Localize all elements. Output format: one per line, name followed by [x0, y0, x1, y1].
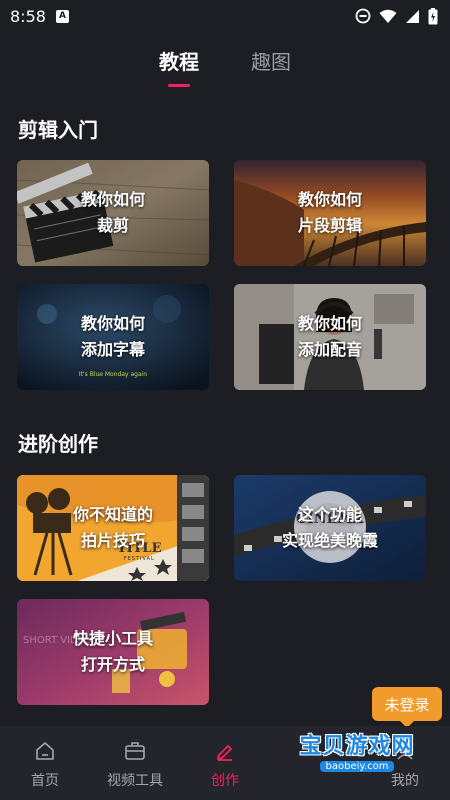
card-clip-editing-label: 教你如何 片段剪辑: [297, 190, 362, 235]
card-sunset-effect[interactable]: CINEMA 这个功能 实现绝美晚霞: [234, 475, 426, 581]
section-title-advanced: 进阶创作: [18, 432, 98, 456]
tab-tutorial-label: 教程: [159, 50, 199, 74]
card-shooting-tips[interactable]: TITLE FESTIVAL 你不知道的 拍片技巧: [17, 475, 209, 581]
toolbox-icon: [125, 742, 145, 760]
tab-fun-pics[interactable]: 趣图: [251, 44, 291, 94]
nav-create[interactable]: 创作: [185, 738, 265, 800]
status-time: 8:58: [10, 6, 46, 26]
nav-video-tools-label: 视频工具: [107, 773, 163, 789]
card-quick-tools-label: 快捷小工具 打开方式: [72, 629, 153, 674]
nav-video-tools[interactable]: 视频工具: [95, 738, 175, 800]
wifi-icon: [379, 9, 397, 23]
pen-icon: [217, 745, 232, 761]
card-clip-editing[interactable]: 教你如何 片段剪辑: [234, 160, 426, 266]
dnd-icon: [355, 8, 371, 24]
login-badge[interactable]: 未登录: [372, 687, 442, 728]
nav-home-label: 首页: [31, 773, 59, 789]
tab-active-indicator: [168, 84, 190, 87]
nav-create-label: 创作: [211, 773, 239, 789]
card-add-subtitles[interactable]: 教你如何 添加字幕 It's Blue Monday again: [17, 284, 209, 390]
app-notification-icon: A: [55, 9, 69, 23]
card-add-voiceover-label: 教你如何 添加配音: [297, 314, 362, 359]
signal-icon: [406, 9, 419, 23]
card-add-voiceover[interactable]: 教你如何 添加配音: [234, 284, 426, 390]
status-icons: [355, 7, 438, 25]
watermark-sub: baobeiy.com: [319, 761, 395, 772]
card-add-subtitles-label: 教你如何 添加字幕: [80, 314, 145, 359]
card-quick-tools[interactable]: SHORT VIDEO 快捷小工具 打开方式: [17, 599, 209, 705]
nav-home[interactable]: 首页: [5, 738, 85, 800]
tab-tutorial[interactable]: 教程: [159, 44, 199, 94]
watermark: 宝贝游戏网 baobeiy.com: [282, 728, 432, 780]
card-shooting-tips-label: 你不知道的 拍片技巧: [72, 505, 153, 550]
card-subtitle-caption: It's Blue Monday again: [78, 371, 148, 378]
watermark-main: 宝贝游戏网: [299, 734, 415, 759]
status-bar: 8:58 A: [0, 0, 450, 32]
tab-fun-pics-label: 趣图: [251, 50, 291, 74]
battery-icon: [428, 7, 438, 24]
card-crop[interactable]: 教你如何 裁剪: [17, 160, 209, 266]
home-icon: [36, 742, 54, 760]
section-title-basic: 剪辑入门: [18, 118, 98, 142]
card-crop-label: 教你如何 裁剪: [80, 190, 145, 235]
card-sunset-effect-label: 这个功能 实现绝美晚霞: [281, 505, 378, 550]
top-tabs: 教程 趣图: [0, 44, 450, 94]
